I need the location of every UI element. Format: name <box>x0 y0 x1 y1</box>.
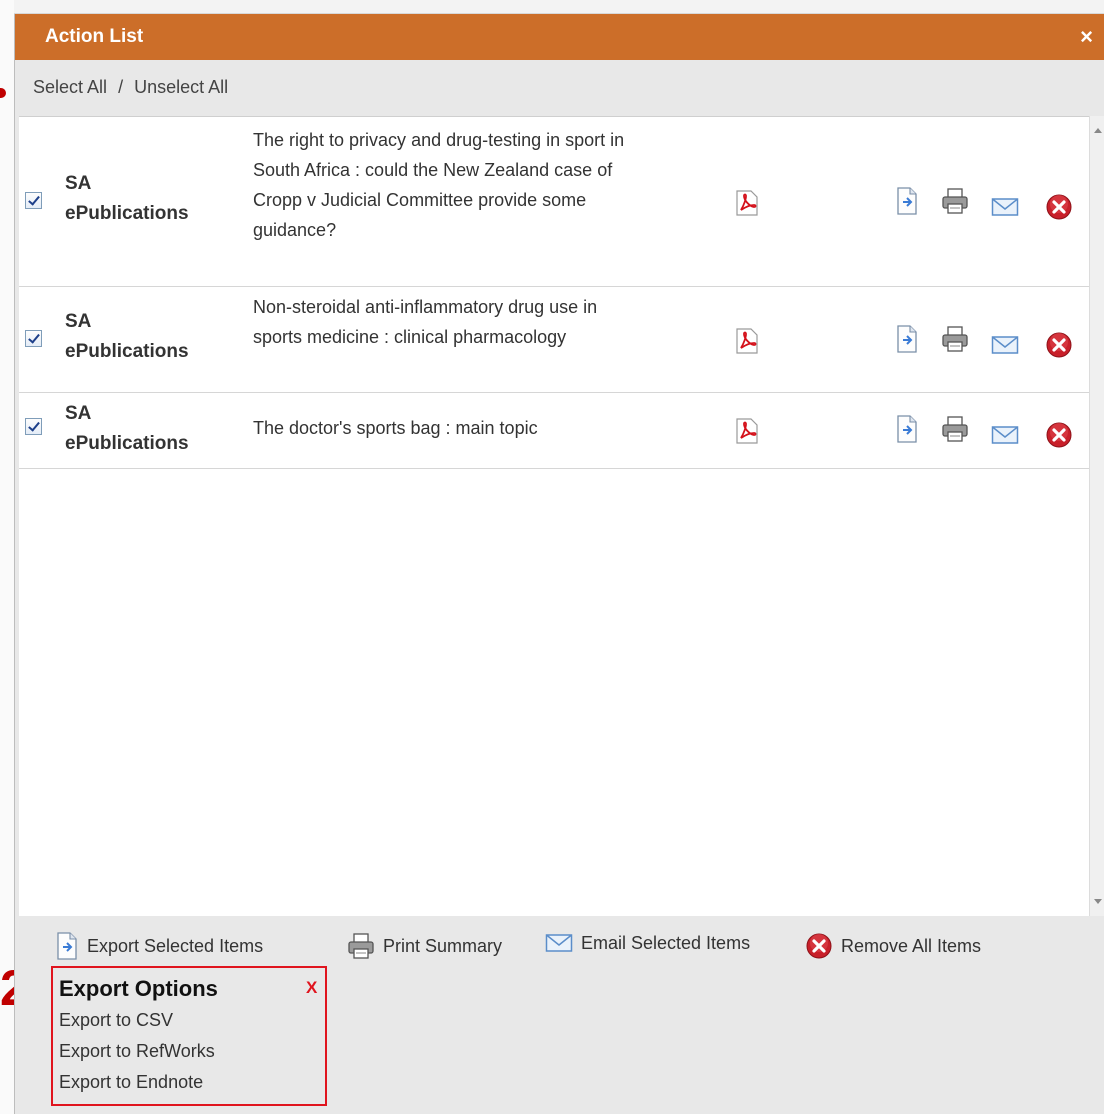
email-icon[interactable] <box>991 331 1019 359</box>
action-list-dialog: Action List × Select All / Unselect All … <box>14 14 1104 1114</box>
row-title[interactable]: Non-steroidal anti-inflammatory drug use… <box>253 292 633 352</box>
page: 2 Action List × Select All / Unselect Al… <box>0 0 1104 1114</box>
email-icon <box>545 932 573 954</box>
row-title[interactable]: The doctor's sports bag : main topic <box>253 413 633 443</box>
export-to-csv-link[interactable]: Export to CSV <box>59 1010 173 1031</box>
print-icon <box>347 932 375 960</box>
remove-icon[interactable] <box>1045 193 1073 221</box>
export-options-close-button[interactable]: X <box>306 978 317 998</box>
export-selected-button[interactable]: Export Selected Items <box>55 932 263 960</box>
dialog-title: Action List <box>45 26 144 47</box>
list-scrollbar[interactable] <box>1089 116 1104 916</box>
remove-all-label: Remove All Items <box>841 935 982 956</box>
row-checkbox[interactable] <box>25 418 42 435</box>
close-icon[interactable]: × <box>1080 26 1093 48</box>
list-item: SA ePublications Non-steroidal anti-infl… <box>19 287 1089 393</box>
selection-bar: Select All / Unselect All <box>15 60 1104 116</box>
email-selected-label: Email Selected Items <box>581 932 751 953</box>
export-icon[interactable] <box>893 187 921 215</box>
action-list: SA ePublications The right to privacy an… <box>19 116 1089 916</box>
row-source: SA ePublications <box>65 399 189 459</box>
row-source-line1: SA <box>65 173 92 194</box>
pdf-icon[interactable] <box>735 190 759 216</box>
row-source-line2: ePublications <box>65 203 189 224</box>
select-all-link[interactable]: Select All <box>33 77 107 97</box>
scroll-down-arrow-icon[interactable] <box>1094 899 1102 904</box>
remove-all-button[interactable]: Remove All Items <box>805 932 981 960</box>
selection-separator: / <box>118 77 124 97</box>
print-icon[interactable] <box>941 415 969 443</box>
unselect-all-link[interactable]: Unselect All <box>134 77 228 97</box>
list-item: SA ePublications The right to privacy an… <box>19 117 1089 287</box>
row-title[interactable]: The right to privacy and drug-testing in… <box>253 125 633 245</box>
background-header-strip <box>0 0 1104 14</box>
row-source-line2: ePublications <box>65 433 189 454</box>
export-options-panel: Export Options X Export to CSV Export to… <box>51 966 327 1106</box>
export-to-endnote-link[interactable]: Export to Endnote <box>59 1072 203 1093</box>
email-icon[interactable] <box>991 421 1019 449</box>
selection-links: Select All / Unselect All <box>33 77 228 98</box>
row-source-line1: SA <box>65 403 92 424</box>
email-icon[interactable] <box>991 193 1019 221</box>
background-left-edge <box>0 0 14 1114</box>
row-source-line2: ePublications <box>65 341 189 362</box>
export-icon[interactable] <box>893 325 921 353</box>
remove-icon[interactable] <box>1045 331 1073 359</box>
print-icon[interactable] <box>941 325 969 353</box>
row-checkbox[interactable] <box>25 192 42 209</box>
remove-icon[interactable] <box>1045 421 1073 449</box>
email-selected-button[interactable]: Email Selected Items <box>545 932 750 954</box>
export-selected-label: Export Selected Items <box>87 935 264 956</box>
pdf-icon[interactable] <box>735 418 759 444</box>
row-source: SA ePublications <box>65 169 189 229</box>
export-icon[interactable] <box>893 415 921 443</box>
dialog-footer: Export Selected Items Print Summary Emai… <box>15 916 1104 1114</box>
row-source-line1: SA <box>65 311 92 332</box>
print-icon[interactable] <box>941 187 969 215</box>
export-to-refworks-link[interactable]: Export to RefWorks <box>59 1041 215 1062</box>
pdf-icon[interactable] <box>735 328 759 354</box>
list-item: SA ePublications The doctor's sports bag… <box>19 393 1089 469</box>
row-source: SA ePublications <box>65 307 189 367</box>
dialog-titlebar: Action List × <box>15 14 1104 60</box>
export-options-heading: Export Options <box>59 976 218 1001</box>
export-icon <box>55 932 79 960</box>
print-summary-label: Print Summary <box>383 935 503 956</box>
print-summary-button[interactable]: Print Summary <box>347 932 502 960</box>
row-checkbox[interactable] <box>25 330 42 347</box>
remove-icon <box>805 932 833 960</box>
scroll-up-arrow-icon[interactable] <box>1094 128 1102 133</box>
